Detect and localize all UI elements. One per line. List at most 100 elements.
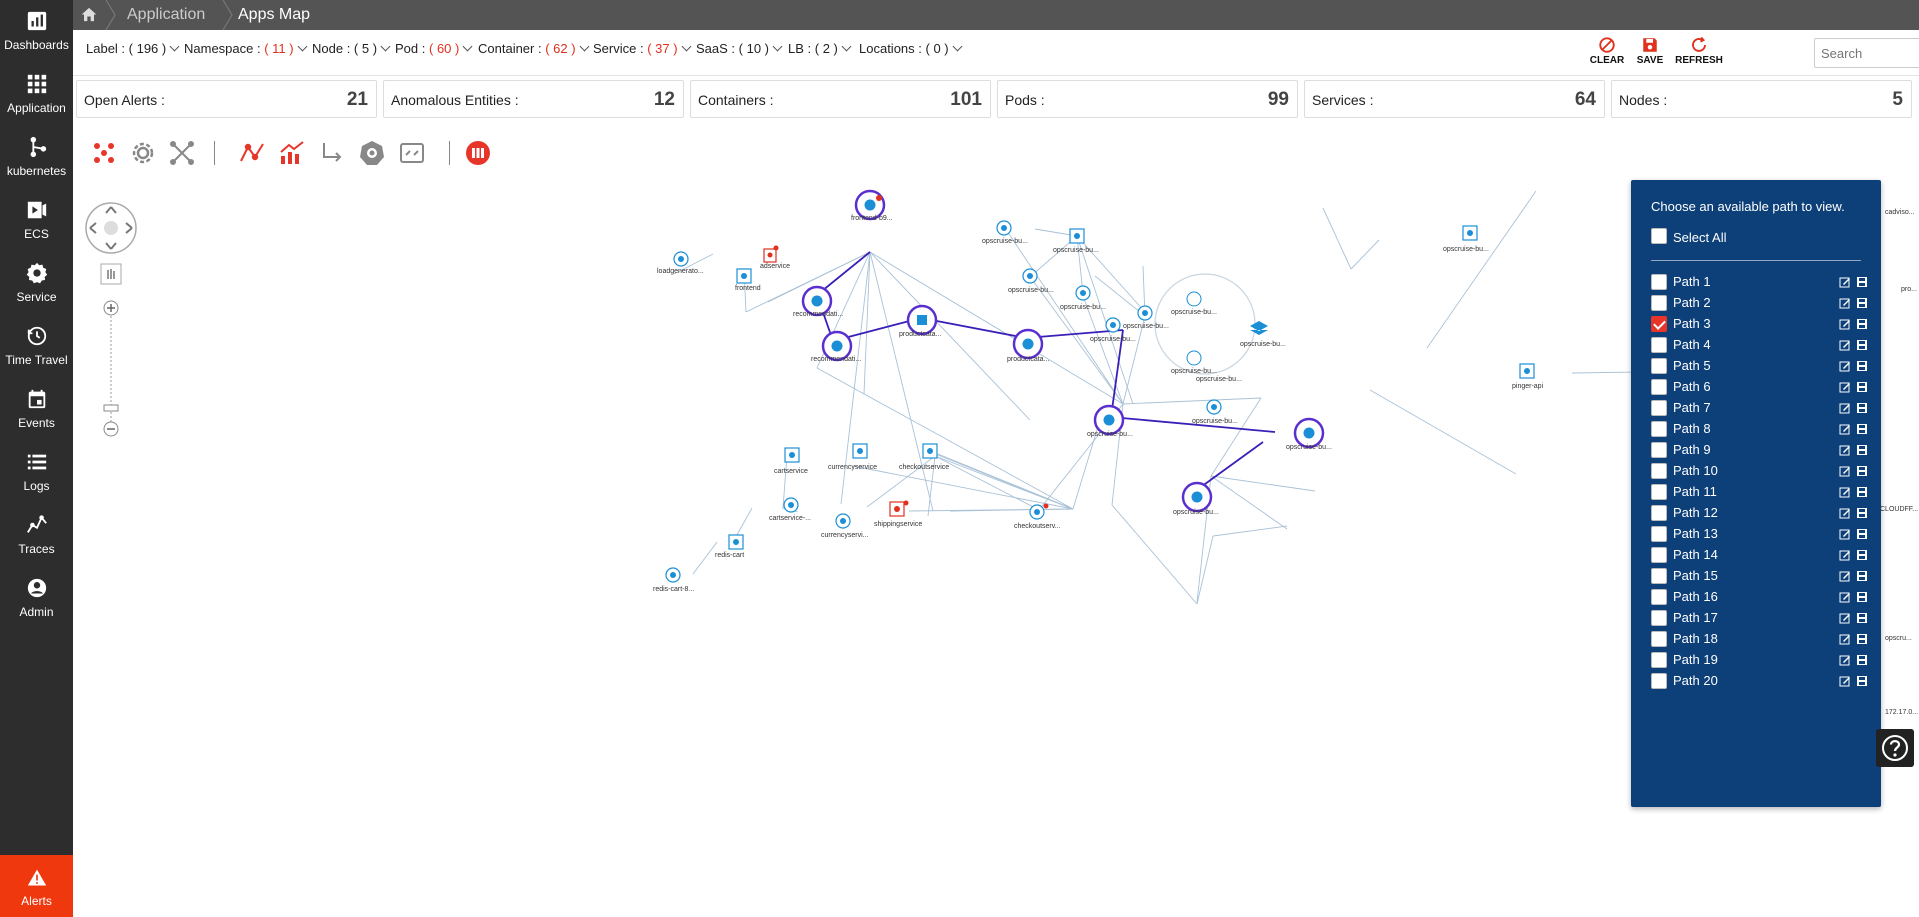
path-checkbox[interactable]: [1651, 484, 1667, 500]
path-checkbox[interactable]: [1651, 568, 1667, 584]
save-icon[interactable]: [1857, 634, 1867, 644]
edit-icon[interactable]: [1839, 445, 1850, 456]
save-icon[interactable]: [1857, 382, 1867, 392]
stat-pods[interactable]: Pods : 99: [997, 80, 1298, 118]
path-checkbox[interactable]: [1651, 400, 1667, 416]
stat-services[interactable]: Services : 64: [1304, 80, 1605, 118]
edit-icon[interactable]: [1839, 634, 1850, 645]
edit-icon[interactable]: [1839, 487, 1850, 498]
edit-icon[interactable]: [1839, 382, 1850, 393]
path-checkbox[interactable]: [1651, 337, 1667, 353]
path-checkbox[interactable]: [1651, 505, 1667, 521]
path-row[interactable]: Path 15: [1631, 566, 1881, 586]
path-row[interactable]: Path 16: [1631, 587, 1881, 607]
filter-namespace[interactable]: Namespace : ( 11 ): [184, 41, 308, 56]
filter-lb[interactable]: LB : ( 2 ): [788, 41, 852, 56]
path-checkbox[interactable]: [1651, 652, 1667, 668]
save-icon[interactable]: [1857, 340, 1867, 350]
edit-icon[interactable]: [1839, 529, 1850, 540]
layers-icon[interactable]: [1250, 321, 1268, 335]
path-row[interactable]: Path 12: [1631, 503, 1881, 523]
pod-node-opscruise-7[interactable]: [1186, 350, 1202, 366]
sidebar-item-ecs[interactable]: ECS: [0, 189, 73, 245]
pan-control[interactable]: [85, 202, 137, 254]
edit-icon[interactable]: [1839, 277, 1850, 288]
path-row[interactable]: Path 14: [1631, 545, 1881, 565]
save-icon[interactable]: [1857, 298, 1867, 308]
sidebar-item-admin[interactable]: Admin: [0, 567, 73, 623]
gear-layout-icon[interactable]: [129, 139, 157, 167]
path-row[interactable]: Path 13: [1631, 524, 1881, 544]
step-icon[interactable]: [318, 139, 346, 167]
stat-open-alerts[interactable]: Open Alerts : 21: [76, 80, 377, 118]
save-icon[interactable]: [1857, 676, 1867, 686]
path-row[interactable]: Path 9: [1631, 440, 1881, 460]
path-checkbox[interactable]: [1651, 673, 1667, 689]
sidebar-item-events[interactable]: Events: [0, 378, 73, 434]
fit-screen-icon[interactable]: [398, 139, 426, 167]
save-icon[interactable]: [1857, 571, 1867, 581]
filter-pod[interactable]: Pod : ( 60 ): [395, 41, 473, 56]
save-icon[interactable]: [1857, 361, 1867, 371]
path-icon[interactable]: [238, 139, 266, 167]
stat-anomalous-entities[interactable]: Anomalous Entities : 12: [383, 80, 684, 118]
path-checkbox[interactable]: [1651, 295, 1667, 311]
path-row[interactable]: Path 11: [1631, 482, 1881, 502]
save-icon[interactable]: [1857, 487, 1867, 497]
path-checkbox[interactable]: [1651, 610, 1667, 626]
path-checkbox[interactable]: [1651, 379, 1667, 395]
kubernetes-icon[interactable]: [358, 139, 386, 167]
trend-chart-icon[interactable]: [278, 139, 306, 167]
edit-icon[interactable]: [1839, 466, 1850, 477]
search-input[interactable]: [1815, 39, 1919, 67]
save-icon[interactable]: [1857, 403, 1867, 413]
sidebar-item-alerts[interactable]: Alerts: [0, 855, 73, 917]
path-row[interactable]: Path 1: [1631, 272, 1881, 292]
path-checkbox[interactable]: [1651, 421, 1667, 437]
edit-icon[interactable]: [1839, 298, 1850, 309]
home-icon[interactable]: [81, 7, 97, 22]
stat-nodes[interactable]: Nodes : 5: [1611, 80, 1912, 118]
save-icon[interactable]: [1857, 508, 1867, 518]
path-checkbox[interactable]: [1651, 631, 1667, 647]
filter-service[interactable]: Service : ( 37 ): [593, 41, 692, 56]
sidebar-item-service[interactable]: Service: [0, 252, 73, 308]
path-checkbox[interactable]: [1651, 358, 1667, 374]
path-checkbox[interactable]: [1651, 526, 1667, 542]
expand-icon[interactable]: [168, 139, 196, 167]
path-row[interactable]: Path 4: [1631, 335, 1881, 355]
filter-locations[interactable]: Locations : ( 0 ): [859, 41, 963, 56]
breadcrumb-application[interactable]: Application: [127, 0, 205, 30]
path-checkbox[interactable]: [1651, 274, 1667, 290]
path-checkbox[interactable]: [1651, 463, 1667, 479]
save-icon[interactable]: [1857, 529, 1867, 539]
path-checkbox[interactable]: [1651, 547, 1667, 563]
path-row[interactable]: Path 8: [1631, 419, 1881, 439]
filter-saas[interactable]: SaaS : ( 10 ): [696, 41, 783, 56]
sidebar-item-traces[interactable]: Traces: [0, 504, 73, 560]
pod-node-opscruise-6[interactable]: [1186, 291, 1202, 307]
filter-node[interactable]: Node : ( 5 ): [312, 41, 391, 56]
help-icon[interactable]: [1876, 729, 1914, 767]
sidebar-item-application[interactable]: Application: [0, 63, 73, 119]
path-row[interactable]: Path 20: [1631, 671, 1881, 691]
path-checkbox[interactable]: [1651, 589, 1667, 605]
path-checkbox[interactable]: [1651, 316, 1667, 332]
save-icon[interactable]: [1857, 424, 1867, 434]
edit-icon[interactable]: [1839, 508, 1850, 519]
sidebar-item-time-travel[interactable]: Time Travel: [0, 315, 73, 371]
zoom-slider-handle[interactable]: [103, 404, 119, 412]
save-icon[interactable]: [1857, 550, 1867, 560]
stat-containers[interactable]: Containers : 101: [690, 80, 991, 118]
edit-icon[interactable]: [1839, 592, 1850, 603]
path-row[interactable]: Path 3: [1631, 314, 1881, 334]
edit-icon[interactable]: [1839, 613, 1850, 624]
refresh-button[interactable]: REFRESH: [1673, 34, 1725, 72]
path-row[interactable]: Path 6: [1631, 377, 1881, 397]
edit-icon[interactable]: [1839, 655, 1850, 666]
path-checkbox[interactable]: [1651, 442, 1667, 458]
edit-icon[interactable]: [1839, 676, 1850, 687]
edit-icon[interactable]: [1839, 361, 1850, 372]
edit-icon[interactable]: [1839, 319, 1850, 330]
cluster-layout-icon[interactable]: [90, 139, 118, 167]
